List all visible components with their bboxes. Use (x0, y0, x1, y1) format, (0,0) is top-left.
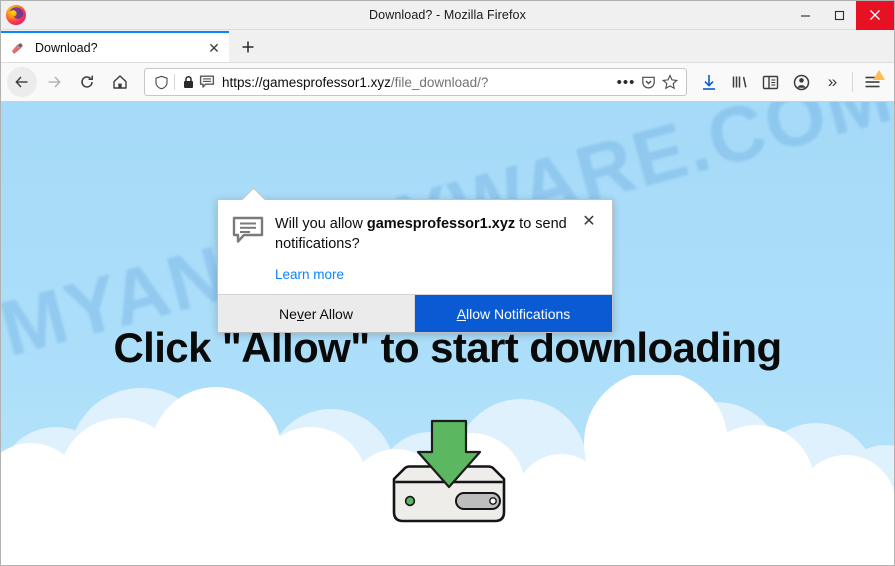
question-domain: gamesprofessor1.xyz (366, 216, 516, 232)
bookmark-star-icon[interactable] (659, 74, 681, 90)
dialog-main: Will you allow gamesprofessor1.xyz to se… (266, 214, 578, 284)
tracking-protection-shield-icon[interactable] (151, 75, 171, 90)
never-allow-after: er Allow (303, 305, 353, 322)
permission-question: Will you allow gamesprofessor1.xyz to se… (275, 214, 574, 254)
never-allow-accesskey: v (296, 305, 304, 322)
notification-permission-dialog: Will you allow gamesprofessor1.xyz to se… (217, 199, 613, 333)
urlbar-divider (174, 74, 175, 90)
minimize-button[interactable] (788, 1, 822, 30)
url-origin: https://gamesprofessor1.xyz (222, 74, 391, 90)
maximize-button[interactable] (822, 1, 856, 30)
window-title: Download? - Mozilla Firefox (369, 8, 526, 22)
menu-update-warning-icon (873, 70, 885, 80)
url-text[interactable]: https://gamesprofessor1.xyz/file_downloa… (222, 75, 615, 90)
library-button[interactable] (724, 67, 755, 97)
account-button[interactable] (786, 67, 817, 97)
sidebar-button[interactable] (755, 67, 786, 97)
page-actions-button[interactable]: ••• (615, 74, 637, 91)
never-allow-before: Ne (279, 305, 297, 322)
question-prefix: Will you allow (275, 216, 367, 232)
learn-more-link[interactable]: Learn more (275, 267, 344, 282)
address-bar[interactable]: https://gamesprofessor1.xyz/file_downloa… (144, 68, 687, 96)
tab-title: Download? (35, 41, 98, 55)
downloads-button[interactable] (693, 67, 724, 97)
home-button[interactable] (103, 67, 136, 97)
overflow-button[interactable]: » (817, 67, 848, 97)
tab-strip: Download? ✕ (1, 30, 894, 63)
navigation-toolbar: https://gamesprofessor1.xyz/file_downloa… (1, 63, 894, 102)
back-button[interactable] (7, 67, 37, 97)
dialog-close-icon[interactable]: ✕ (578, 214, 600, 236)
browser-window: Download? - Mozilla Firefox Download? ✕ … (0, 0, 895, 566)
notification-permission-icon[interactable] (197, 74, 217, 90)
allow-after: llow Notifications (466, 305, 571, 322)
pocket-icon[interactable] (637, 75, 659, 90)
allow-notifications-button[interactable]: Allow Notifications (415, 295, 612, 332)
forward-button[interactable] (37, 67, 70, 97)
dialog-body: Will you allow gamesprofessor1.xyz to se… (218, 200, 612, 294)
toolbar-divider (852, 72, 853, 92)
padlock-icon[interactable] (180, 75, 196, 89)
tab-download[interactable]: Download? ✕ (1, 31, 229, 63)
tab-close-icon[interactable]: ✕ (205, 39, 223, 57)
speech-bubble-icon (232, 214, 266, 284)
reload-button[interactable] (70, 67, 103, 97)
window-controls (788, 0, 894, 30)
new-tab-button[interactable] (233, 32, 263, 62)
allow-accesskey: A (456, 305, 467, 322)
url-path: /file_download/? (390, 74, 489, 90)
app-menu-button[interactable] (857, 67, 888, 97)
download-drive-illustration (374, 419, 524, 539)
page-content: MYANTISPYWARE.COM (1, 102, 894, 565)
close-window-button[interactable] (856, 0, 894, 30)
never-allow-button[interactable]: Ne v er Allow (218, 295, 415, 332)
firefox-logo-icon (5, 4, 27, 26)
toolbar-buttons: » (693, 67, 888, 97)
tab-favicon-icon (10, 40, 26, 56)
dialog-footer: Ne v er Allow Allow Notifications (218, 294, 612, 332)
title-bar: Download? - Mozilla Firefox (1, 0, 894, 30)
